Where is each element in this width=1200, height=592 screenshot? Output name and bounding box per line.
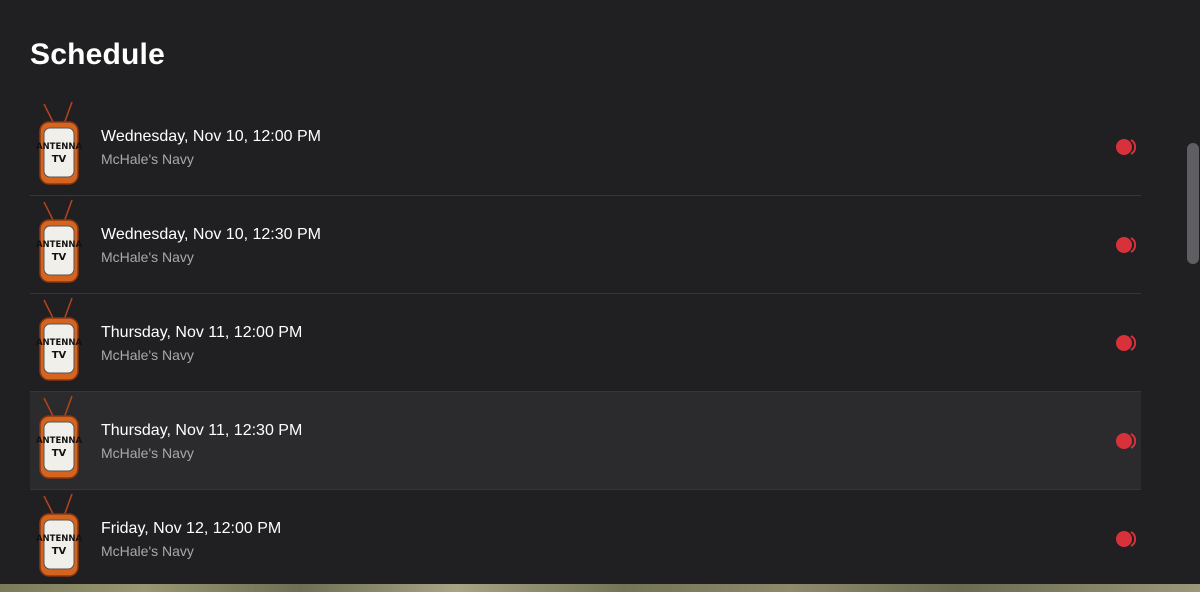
antenna-tv-logo: ANTENNA TV	[36, 101, 82, 185]
logo-text-line2: TV	[52, 546, 67, 557]
logo-text-line2: TV	[52, 350, 67, 361]
antenna-tv-logo: ANTENNA TV	[36, 297, 82, 381]
row-text: Thursday, Nov 11, 12:00 PM McHale's Navy	[101, 323, 302, 364]
schedule-row[interactable]: ANTENNA TV Friday, Nov 12, 12:00 PM McHa…	[30, 490, 1141, 588]
row-text: Friday, Nov 12, 12:00 PM McHale's Navy	[101, 519, 281, 560]
schedule-row[interactable]: ANTENNA TV Wednesday, Nov 10, 12:00 PM M…	[30, 98, 1141, 196]
scrollbar-thumb[interactable]	[1187, 143, 1199, 264]
schedule-row[interactable]: ANTENNA TV Thursday, Nov 11, 12:00 PM Mc…	[30, 294, 1141, 392]
logo-text-line1: ANTENNA	[36, 436, 82, 446]
show-title: McHale's Navy	[101, 249, 194, 265]
record-icon[interactable]	[1115, 333, 1141, 353]
logo-text-line2: TV	[52, 252, 67, 263]
show-title: McHale's Navy	[101, 151, 194, 167]
schedule-row[interactable]: ANTENNA TV Wednesday, Nov 10, 12:30 PM M…	[30, 196, 1141, 294]
logo-text-line1: ANTENNA	[36, 534, 82, 544]
row-text: Wednesday, Nov 10, 12:00 PM McHale's Nav…	[101, 127, 321, 168]
logo-text-line2: TV	[52, 448, 67, 459]
row-text: Thursday, Nov 11, 12:30 PM McHale's Navy	[101, 421, 302, 462]
logo-text-line1: ANTENNA	[36, 142, 82, 152]
page-title: Schedule	[30, 38, 165, 71]
airing-time: Wednesday, Nov 10, 12:00 PM	[101, 128, 321, 145]
schedule-page: Schedule ANTENNA TV Wednesday, Nov 10, 1…	[0, 0, 1200, 592]
schedule-list: ANTENNA TV Wednesday, Nov 10, 12:00 PM M…	[30, 98, 1141, 588]
background-image-strip	[0, 584, 1200, 592]
logo-text-line2: TV	[52, 154, 67, 165]
record-icon[interactable]	[1115, 137, 1141, 157]
record-icon[interactable]	[1115, 431, 1141, 451]
scrollbar[interactable]	[1186, 0, 1200, 580]
show-title: McHale's Navy	[101, 543, 194, 559]
row-text: Wednesday, Nov 10, 12:30 PM McHale's Nav…	[101, 225, 321, 266]
show-title: McHale's Navy	[101, 445, 194, 461]
schedule-row[interactable]: ANTENNA TV Thursday, Nov 11, 12:30 PM Mc…	[30, 392, 1141, 490]
show-title: McHale's Navy	[101, 347, 194, 363]
airing-time: Thursday, Nov 11, 12:00 PM	[101, 324, 303, 341]
record-icon[interactable]	[1115, 235, 1141, 255]
antenna-tv-logo: ANTENNA TV	[36, 493, 82, 577]
antenna-tv-logo: ANTENNA TV	[36, 199, 82, 283]
logo-text-line1: ANTENNA	[36, 240, 82, 250]
airing-time: Friday, Nov 12, 12:00 PM	[101, 520, 282, 537]
airing-time: Thursday, Nov 11, 12:30 PM	[101, 422, 303, 439]
airing-time: Wednesday, Nov 10, 12:30 PM	[101, 226, 321, 243]
logo-text-line1: ANTENNA	[36, 338, 82, 348]
antenna-tv-logo: ANTENNA TV	[36, 395, 82, 479]
record-icon[interactable]	[1115, 529, 1141, 549]
